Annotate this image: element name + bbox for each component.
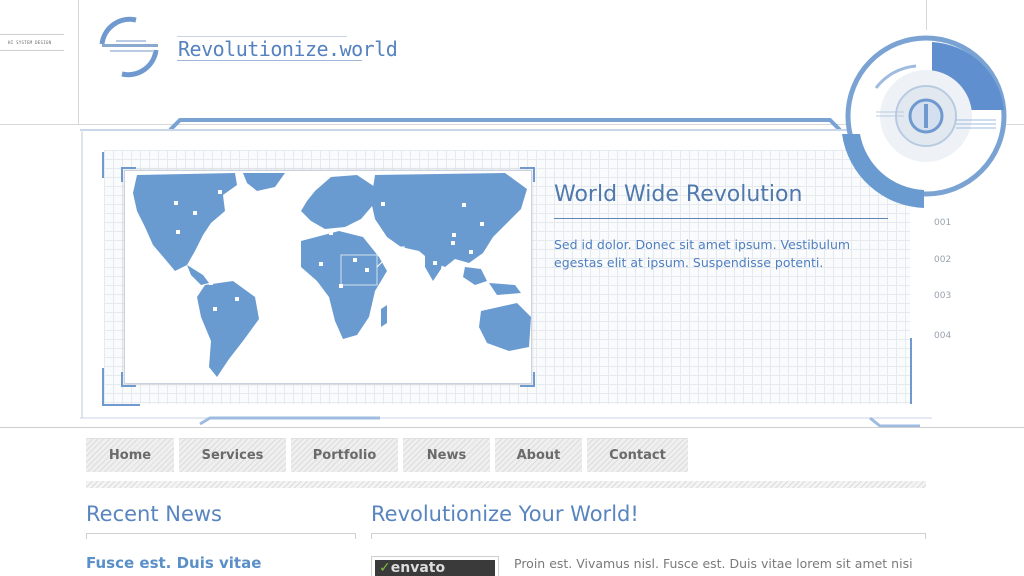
map-bracket <box>121 167 535 387</box>
nav-about[interactable]: About <box>495 438 582 472</box>
check-icon: ✓ <box>379 560 391 576</box>
decorative-line <box>78 0 79 125</box>
decorative-line <box>0 50 64 51</box>
thumbnail-text: envato <box>390 560 446 576</box>
nav-home[interactable]: Home <box>86 438 174 472</box>
nav-portfolio[interactable]: Portfolio <box>291 438 398 472</box>
radar-graphic <box>842 35 1007 208</box>
hero-divider <box>554 218 888 219</box>
slide-number-4[interactable]: 004 <box>934 331 951 341</box>
recent-news-title: Recent News <box>86 502 222 526</box>
section-divider <box>86 533 356 539</box>
decorative-line <box>926 0 927 30</box>
decorative-line <box>0 34 64 35</box>
hero-title: World Wide Revolution <box>554 182 803 207</box>
main-title: Revolutionize Your World! <box>371 502 639 526</box>
hero-bottom-line <box>0 427 1024 428</box>
corner-caption: HI SYSTEM DESIGN <box>8 40 52 45</box>
news-item-heading[interactable]: Fusce est. Duis vitae <box>86 554 261 572</box>
slide-number-3[interactable]: 003 <box>934 291 951 301</box>
slide-number-1[interactable]: 001 <box>934 218 951 228</box>
nav-services[interactable]: Services <box>179 438 286 472</box>
thumbnail-image[interactable]: ✓envato <box>371 556 499 576</box>
nav-divider <box>86 481 926 488</box>
logo-icon[interactable] <box>96 14 162 80</box>
logo-underline <box>177 60 362 61</box>
logo-text[interactable]: Revolutionize.world <box>178 37 398 61</box>
section-divider <box>371 533 926 539</box>
main-nav: Home Services Portfolio News About Conta… <box>86 438 688 472</box>
nav-news[interactable]: News <box>403 438 490 472</box>
body-paragraph: Proin est. Vivamus nisl. Fusce est. Duis… <box>514 556 913 571</box>
hero-description: Sed id dolor. Donec sit amet ipsum. Vest… <box>554 237 851 270</box>
nav-contact[interactable]: Contact <box>587 438 688 472</box>
slide-number-2[interactable]: 002 <box>934 255 951 265</box>
